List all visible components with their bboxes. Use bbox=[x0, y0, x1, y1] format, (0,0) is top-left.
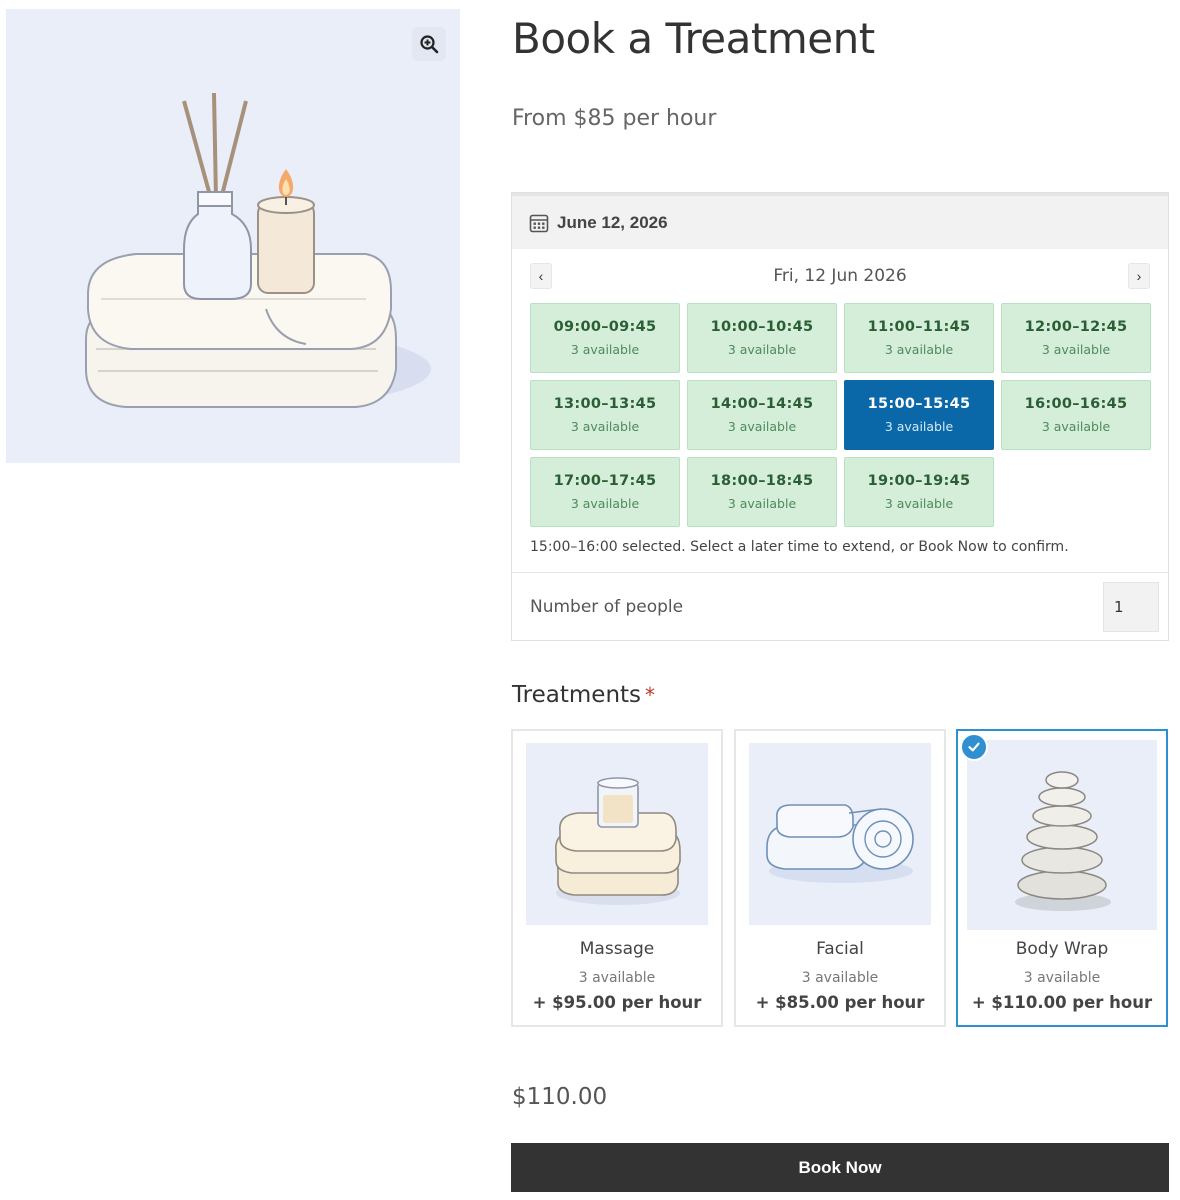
selected-check-icon bbox=[960, 733, 988, 761]
treatments-title: Treatments bbox=[512, 682, 642, 708]
time-slot-grid: 09:00–09:45 3 available 10:00–10:45 3 avai… bbox=[530, 303, 1151, 527]
slot-time: 12:00–12:45 bbox=[1024, 319, 1128, 335]
time-slot[interactable]: 13:00–13:45 3 available bbox=[530, 380, 680, 450]
calendar-day-label: Fri, 12 Jun 2026 bbox=[773, 266, 907, 286]
zoom-button[interactable] bbox=[412, 27, 446, 61]
treatments-heading: Treatments * bbox=[512, 682, 655, 708]
slot-availability: 3 available bbox=[1041, 419, 1111, 434]
people-input[interactable] bbox=[1103, 582, 1159, 632]
booking-page: Book a Treatment From $85 per hour June … bbox=[0, 0, 1180, 1200]
slot-availability: 3 available bbox=[570, 419, 640, 434]
slot-time: 10:00–10:45 bbox=[710, 319, 814, 335]
slot-availability: 3 available bbox=[570, 496, 640, 511]
treatment-name: Facial bbox=[816, 939, 864, 959]
slot-time: 15:00–15:45 bbox=[867, 396, 971, 412]
slot-availability: 3 available bbox=[727, 419, 797, 434]
rolled-towels-image bbox=[766, 804, 914, 883]
treatment-image bbox=[526, 743, 708, 925]
slot-time: 18:00–18:45 bbox=[710, 473, 814, 489]
next-day-button[interactable]: › bbox=[1128, 263, 1150, 289]
slot-availability: 3 available bbox=[884, 496, 954, 511]
slot-availability: 3 available bbox=[727, 342, 797, 357]
time-slot[interactable]: 16:00–16:45 3 available bbox=[1001, 380, 1151, 450]
time-slot[interactable]: 12:00–12:45 3 available bbox=[1001, 303, 1151, 373]
slot-time: 09:00–09:45 bbox=[553, 319, 657, 335]
treatment-name: Massage bbox=[579, 939, 655, 959]
treatment-card-massage[interactable]: Massage 3 available + $95.00 per hour bbox=[511, 729, 723, 1027]
treatment-price: + $95.00 per hour bbox=[532, 993, 702, 1012]
product-gallery[interactable] bbox=[6, 9, 460, 463]
required-mark: * bbox=[645, 683, 656, 707]
treatment-card-facial[interactable]: Facial 3 available + $85.00 per hour bbox=[734, 729, 946, 1027]
slot-availability: 3 available bbox=[570, 342, 640, 357]
treatment-availability: 3 available bbox=[1023, 970, 1101, 986]
people-label: Number of people bbox=[530, 597, 684, 617]
slot-time: 11:00–11:45 bbox=[867, 319, 971, 335]
calendar-nav: ‹ Fri, 12 Jun 2026 › bbox=[530, 263, 1150, 291]
slot-time: 16:00–16:45 bbox=[1024, 396, 1128, 412]
candle-towel-image bbox=[555, 777, 681, 905]
treatment-price: + $110.00 per hour bbox=[971, 993, 1153, 1012]
total-price: $110.00 bbox=[512, 1084, 608, 1110]
time-slot[interactable]: 15:00–15:45 3 available bbox=[844, 380, 994, 450]
time-slot[interactable]: 19:00–19:45 3 available bbox=[844, 457, 994, 527]
calendar-icon bbox=[529, 214, 549, 232]
time-slot[interactable]: 18:00–18:45 3 available bbox=[687, 457, 837, 527]
slot-availability: 3 available bbox=[727, 496, 797, 511]
spa-hero-image bbox=[85, 92, 431, 408]
slot-availability: 3 available bbox=[1041, 342, 1111, 357]
zoom-in-icon bbox=[420, 35, 439, 54]
time-slot[interactable]: 10:00–10:45 3 available bbox=[687, 303, 837, 373]
price-from: From $85 per hour bbox=[512, 106, 717, 131]
selected-date: June 12, 2026 bbox=[557, 212, 668, 232]
selection-hint: 15:00–16:00 selected. Select a later tim… bbox=[530, 539, 1069, 555]
book-now-button[interactable]: Book Now bbox=[511, 1143, 1169, 1192]
slot-time: 19:00–19:45 bbox=[867, 473, 971, 489]
treatment-availability: 3 available bbox=[578, 970, 656, 986]
page-title: Book a Treatment bbox=[512, 14, 875, 63]
slot-time: 14:00–14:45 bbox=[710, 396, 814, 412]
time-slot[interactable]: 11:00–11:45 3 available bbox=[844, 303, 994, 373]
time-slot[interactable]: 14:00–14:45 3 available bbox=[687, 380, 837, 450]
slot-availability: 3 available bbox=[884, 342, 954, 357]
time-slot[interactable]: 09:00–09:45 3 available bbox=[530, 303, 680, 373]
slot-time: 13:00–13:45 bbox=[553, 396, 657, 412]
time-slot[interactable]: 17:00–17:45 3 available bbox=[530, 457, 680, 527]
treatment-price: + $85.00 per hour bbox=[755, 993, 925, 1012]
date-picker-toggle[interactable]: June 12, 2026 bbox=[512, 193, 1168, 249]
treatment-image bbox=[967, 740, 1157, 930]
booking-form: June 12, 2026 ‹ Fri, 12 Jun 2026 › 09:00… bbox=[511, 192, 1169, 641]
treatment-options: Massage 3 available + $95.00 per hour Fa… bbox=[511, 729, 1169, 1027]
slot-time: 17:00–17:45 bbox=[553, 473, 657, 489]
treatment-name: Body Wrap bbox=[1015, 939, 1109, 959]
stacked-stones-image bbox=[1015, 771, 1111, 911]
slot-availability: 3 available bbox=[884, 419, 954, 434]
divider bbox=[512, 572, 1168, 573]
treatment-availability: 3 available bbox=[801, 970, 879, 986]
treatment-image bbox=[749, 743, 931, 925]
treatment-card-body-wrap[interactable]: Body Wrap 3 available + $110.00 per hour bbox=[956, 729, 1168, 1027]
